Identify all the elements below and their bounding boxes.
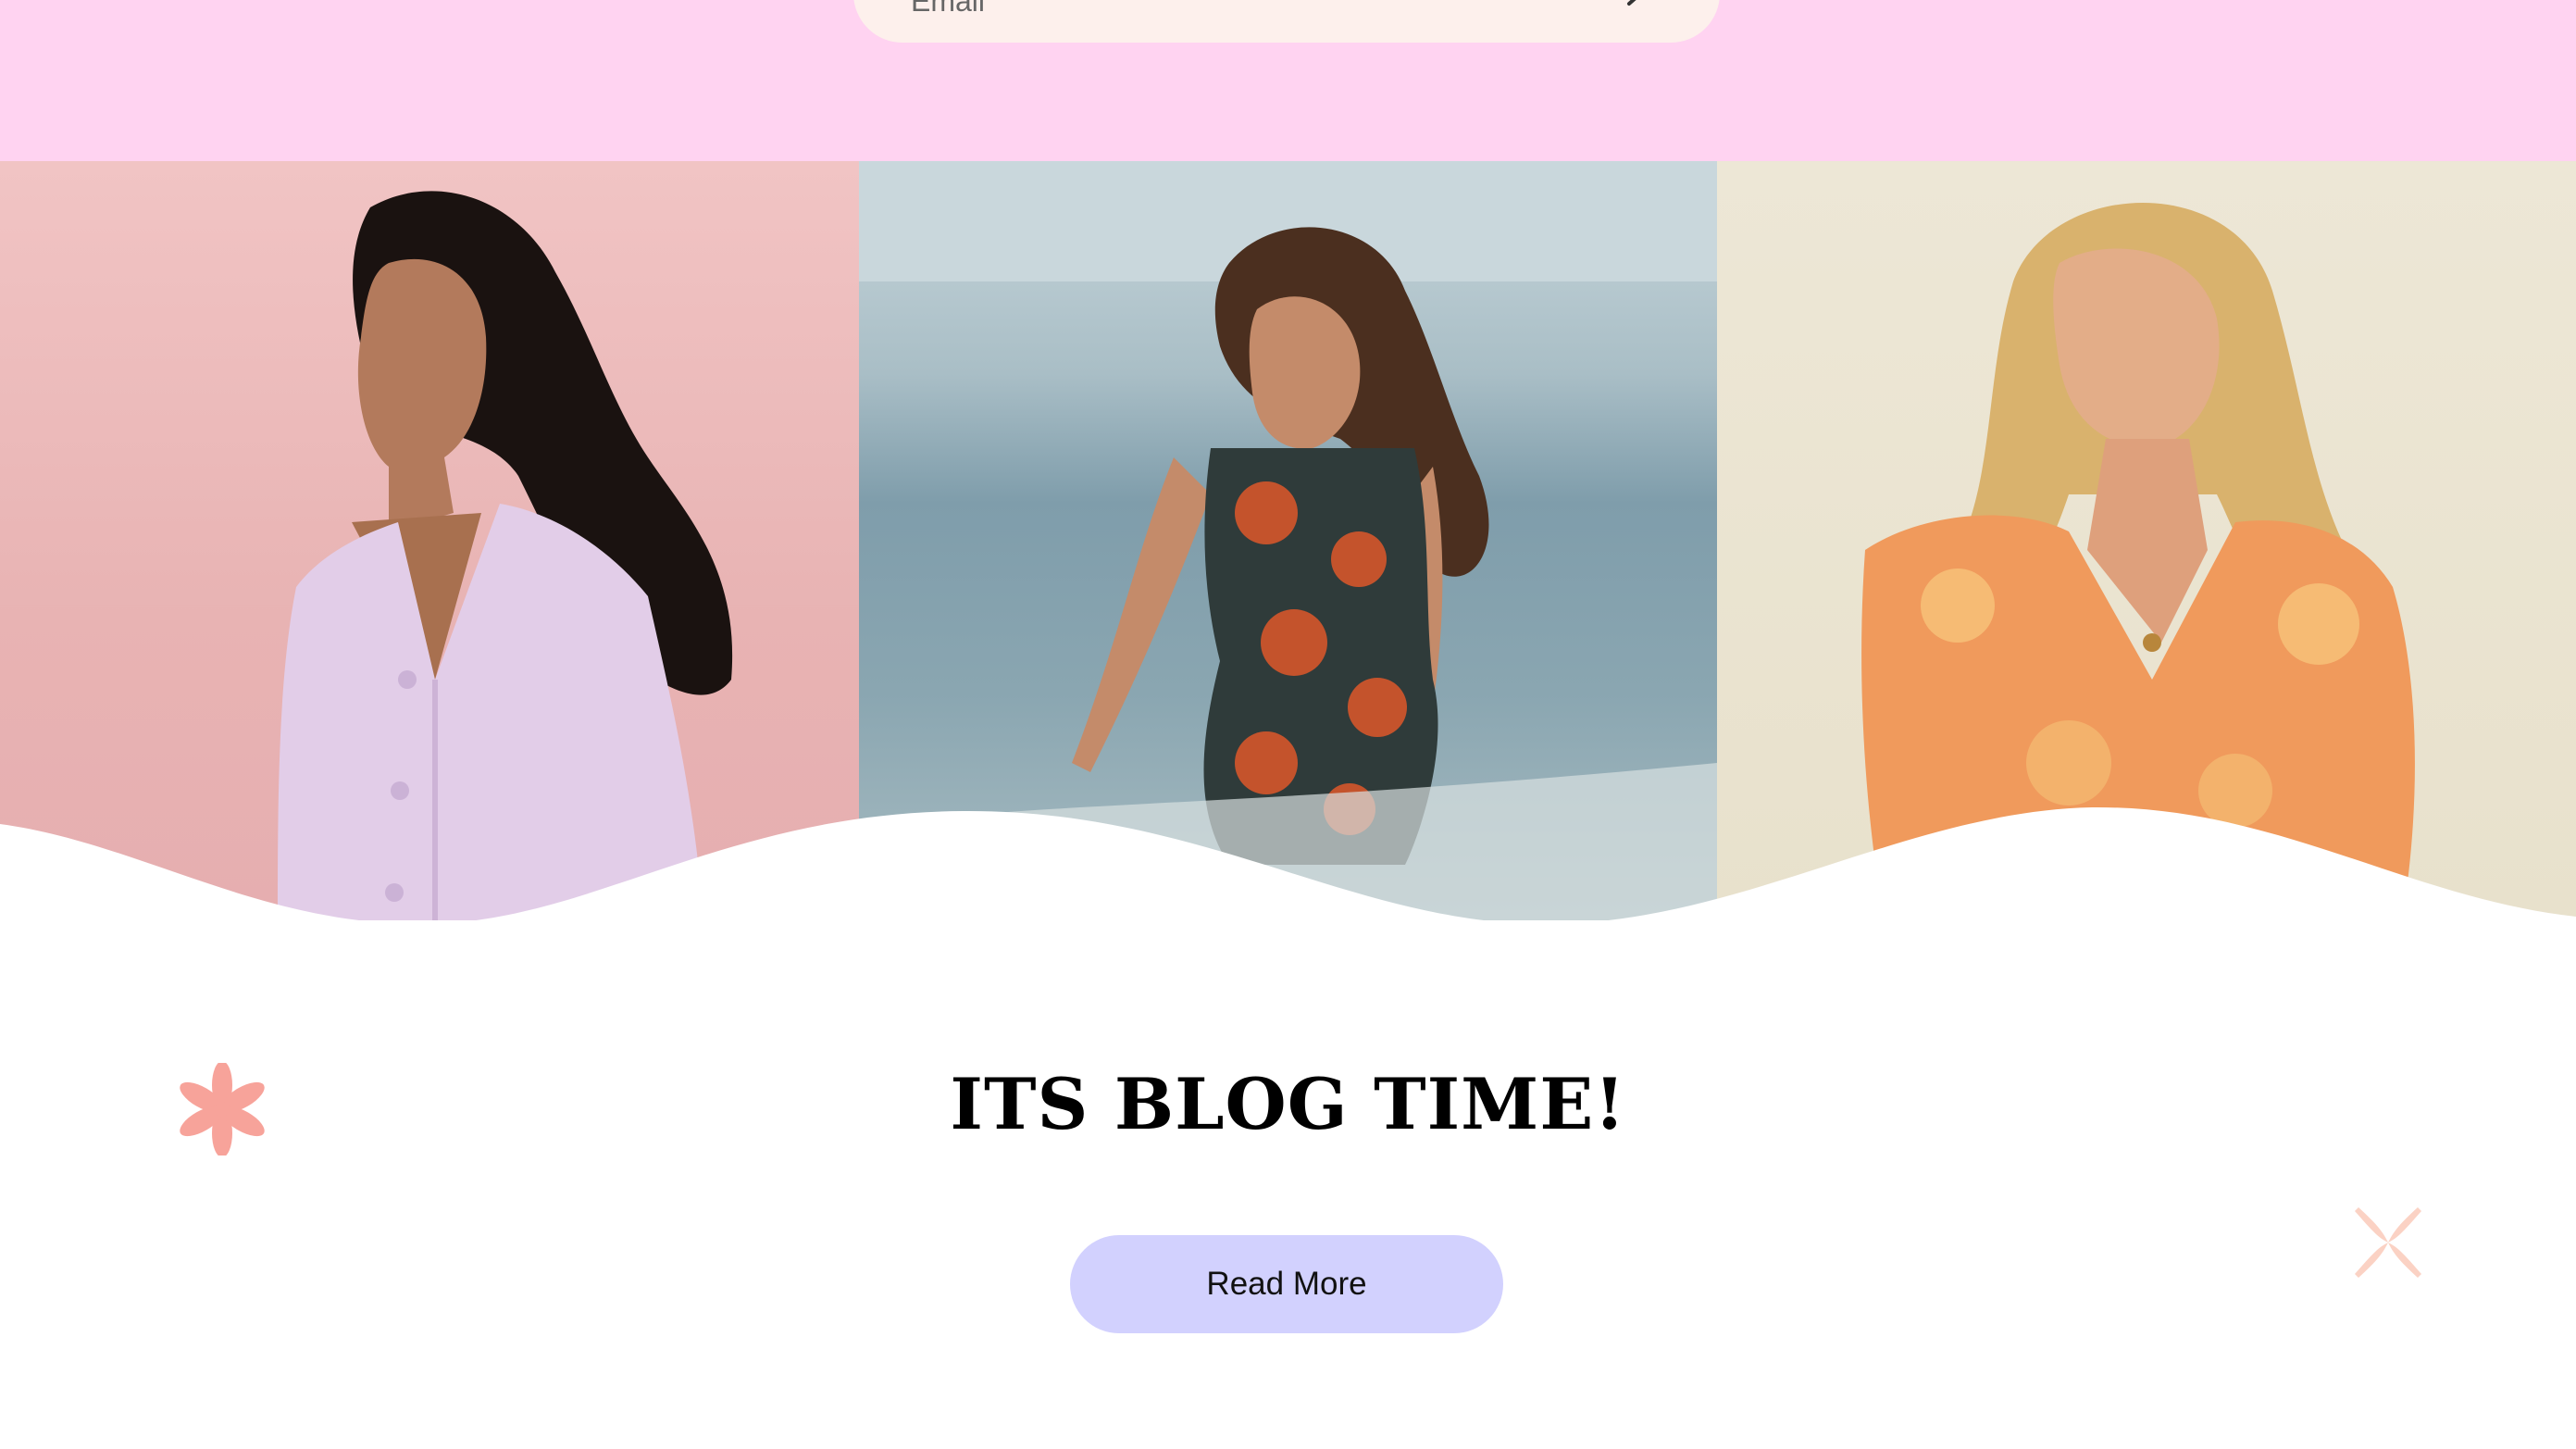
blog-title: ITS BLOG TIME! xyxy=(950,1063,1626,1145)
email-form xyxy=(853,0,1720,43)
read-more-button[interactable]: Read More xyxy=(1070,1235,1503,1333)
wave-divider xyxy=(0,806,2576,926)
newsletter-band xyxy=(0,0,2576,161)
email-submit-button[interactable] xyxy=(1609,0,1664,9)
x-sparkle-icon xyxy=(2355,1207,2421,1278)
email-input[interactable] xyxy=(909,0,1561,20)
chevron-right-icon xyxy=(1627,0,1636,6)
